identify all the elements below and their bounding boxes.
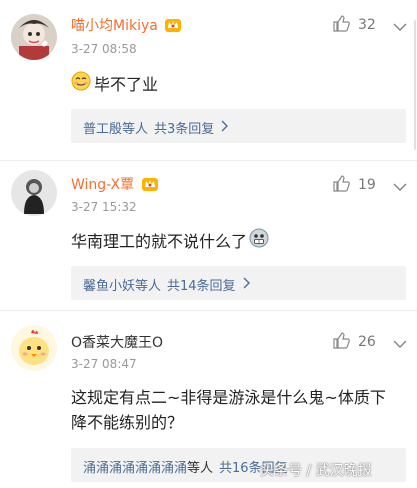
watermark: 头条号 / 武汉晚报	[260, 463, 372, 479]
timestamp: 3-27 08:47	[71, 357, 137, 371]
timestamp: 3-27 08:58	[71, 42, 137, 56]
username-text[interactable]: O香菜大魔王O	[71, 335, 163, 351]
vip-crown-icon	[141, 176, 159, 192]
replies-preview[interactable]: 普工殷等人 共3条回复	[71, 109, 406, 143]
thumbs-up-icon	[332, 331, 350, 353]
more-options-button[interactable]	[393, 17, 407, 36]
like-button[interactable]: 32	[332, 14, 376, 36]
thumbs-up-icon	[332, 174, 350, 196]
comment-text-line: 这规定有点二~非得是游泳是什么鬼~体质下	[71, 388, 386, 407]
comment-text: 毕不了业	[94, 75, 159, 94]
chevron-right-icon	[242, 277, 250, 293]
more-options-button[interactable]	[393, 334, 407, 353]
comment-content: 华南理工的就不说什么了	[71, 228, 269, 255]
comment-item: 喵小均Mikiya 3-27 08:58 32 毕不了业 普工殷等人 共3条回复	[0, 0, 417, 160]
more-options-button[interactable]	[393, 177, 407, 196]
avatar[interactable]	[11, 14, 57, 60]
username[interactable]: 喵小均Mikiya	[71, 15, 182, 35]
awkward-smile-emoji-icon	[71, 71, 91, 98]
reply-names[interactable]: 涌涌涌涌涌涌涌涌	[83, 457, 187, 476]
avatar[interactable]	[11, 170, 57, 216]
reply-count[interactable]: 共14条回复	[167, 275, 236, 294]
avatar[interactable]	[11, 325, 57, 371]
comment-content: 这规定有点二~非得是游泳是什么鬼~体质下 降不能练别的？	[71, 385, 386, 435]
username-text[interactable]: 喵小均Mikiya	[71, 18, 158, 34]
username[interactable]: O香菜大魔王O	[71, 332, 163, 352]
username[interactable]: Wing-X覃	[71, 174, 159, 194]
vip-crown-icon	[164, 17, 182, 33]
grimace-emoji-icon	[249, 228, 269, 255]
reply-names-suffix[interactable]: 等人	[187, 457, 213, 476]
comment-content: 毕不了业	[71, 71, 158, 98]
like-count: 32	[358, 17, 376, 33]
like-count: 19	[358, 177, 376, 193]
timestamp: 3-27 15:32	[71, 200, 137, 214]
chevron-down-icon	[393, 177, 407, 196]
replies-preview[interactable]: 馨鱼小妖等人 共14条回复	[71, 266, 406, 300]
like-button[interactable]: 26	[332, 331, 376, 353]
comment-item: Wing-X覃 3-27 15:32 19 华南理工的就不说什么了 馨鱼小妖等人…	[0, 160, 417, 310]
reply-names[interactable]: 普工殷等人	[83, 118, 148, 137]
reply-names[interactable]: 馨鱼小妖等人	[83, 275, 161, 294]
username-text[interactable]: Wing-X覃	[71, 177, 134, 193]
comment-text-line: 降不能练别的？	[71, 413, 184, 432]
like-button[interactable]: 19	[332, 174, 376, 196]
chevron-down-icon	[393, 334, 407, 353]
comment-text: 华南理工的就不说什么了	[71, 232, 248, 251]
like-count: 26	[358, 334, 376, 350]
chevron-right-icon	[220, 120, 229, 136]
chevron-down-icon	[393, 17, 407, 36]
thumbs-up-icon	[332, 14, 350, 36]
reply-count[interactable]: 共3条回复	[154, 118, 214, 137]
